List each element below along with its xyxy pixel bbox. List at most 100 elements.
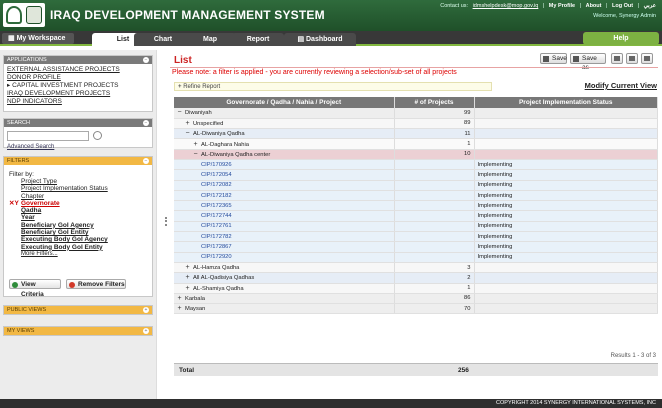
advanced-search-link[interactable]: Advanced Search xyxy=(4,143,152,153)
group-row[interactable]: + AL-Shamiya Qadha 1 xyxy=(174,283,658,294)
arabic-language-link[interactable]: عربي xyxy=(644,3,656,9)
column-header-location[interactable]: Governorate / Qadha / Nahia / Project xyxy=(174,97,395,108)
group-row[interactable]: − Diwaniyah 99 xyxy=(174,108,658,119)
filter-year[interactable]: Year xyxy=(21,214,152,221)
column-header-count[interactable]: # of Projects xyxy=(394,97,475,108)
filter-chapter[interactable]: Chapter xyxy=(21,193,152,200)
row-name-cell[interactable]: CIP/172054 xyxy=(174,169,395,181)
my-views-header[interactable]: MY VIEWS + xyxy=(4,327,152,335)
public-views-header[interactable]: PUBLIC VIEWS + xyxy=(4,306,152,314)
filter-beneficiary-entity[interactable]: Beneficiary GoI Entity xyxy=(21,229,152,236)
filter-implementation-status[interactable]: Project Implementation Status xyxy=(21,185,152,192)
expand-icon[interactable]: + xyxy=(185,264,190,271)
filter-project-type[interactable]: Project Type xyxy=(21,178,152,185)
group-row[interactable]: + AL-Daghara Nahia 1 xyxy=(174,138,658,150)
app-iraq-development[interactable]: IRAQ DEVELOPMENT PROJECTS xyxy=(7,90,149,98)
collapse-icon[interactable]: − xyxy=(143,57,149,63)
group-row[interactable]: − AL-Diwaniya Qadha center 10 xyxy=(174,149,658,160)
sidebar-splitter[interactable] xyxy=(156,50,169,400)
save-button[interactable]: Save xyxy=(540,53,567,64)
print-button[interactable] xyxy=(626,53,638,64)
app-external-assistance[interactable]: EXTERNAL ASSISTANCE PROJECTS xyxy=(7,66,149,74)
search-icon[interactable] xyxy=(93,131,102,140)
collapse-icon[interactable]: − xyxy=(177,109,182,116)
expand-icon[interactable]: + xyxy=(193,141,198,148)
expand-icon[interactable]: + xyxy=(177,295,182,302)
expand-icon[interactable]: + xyxy=(185,274,190,281)
row-label: CIP/172082 xyxy=(201,182,232,189)
row-name-cell[interactable]: CIP/172365 xyxy=(174,200,395,212)
app-ndp-indicators[interactable]: NDP INDICATORS xyxy=(7,98,149,106)
group-row[interactable]: + AL-Hamza Qadha 3 xyxy=(174,262,658,274)
refine-report-bar[interactable]: + Refine Report xyxy=(174,82,492,91)
row-name-cell[interactable]: CIP/172182 xyxy=(174,190,395,202)
expand-icon[interactable]: + xyxy=(143,307,149,313)
group-row[interactable]: − AL-Diwaniya Qadha 11 xyxy=(174,128,658,140)
row-count-cell xyxy=(394,241,475,253)
group-row[interactable]: + All AL-Qadisiya Qadhas 2 xyxy=(174,272,658,284)
row-name-cell[interactable]: CIP/172782 xyxy=(174,231,395,243)
collapse-icon[interactable]: − xyxy=(193,151,198,158)
remove-filters-button[interactable]: Remove Filters xyxy=(66,279,126,289)
project-row[interactable]: CIP/172182 Implementing xyxy=(174,190,658,202)
row-name-cell[interactable]: CIP/172920 xyxy=(174,252,395,263)
collapse-icon[interactable]: − xyxy=(185,130,190,137)
group-row[interactable]: + Karbala 86 xyxy=(174,293,658,305)
row-name-cell[interactable]: CIP/172744 xyxy=(174,210,395,222)
applications-header[interactable]: APPLICATIONS − xyxy=(4,56,152,64)
project-row[interactable]: CIP/172744 Implementing xyxy=(174,210,658,222)
project-row[interactable]: CIP/170926 Implementing xyxy=(174,159,658,171)
filters-header[interactable]: FILTERS − xyxy=(4,157,152,165)
more-filters-link[interactable]: More Filters... xyxy=(21,251,152,258)
app-capital-investment[interactable]: ▸ CAPITAL INVESTMENT PROJECTS xyxy=(7,82,149,90)
tab-dashboard[interactable]: ▤ Dashboard xyxy=(284,33,356,46)
row-name-cell[interactable]: CIP/172082 xyxy=(174,180,395,191)
project-row[interactable]: CIP/172920 Implementing xyxy=(174,252,658,263)
help-button[interactable]: Help xyxy=(583,32,659,45)
about-link[interactable]: About xyxy=(586,3,602,9)
row-name-cell[interactable]: CIP/172867 xyxy=(174,241,395,253)
search-header[interactable]: SEARCH − xyxy=(4,119,152,127)
filter-executing-agency[interactable]: Executing Body GoI Agency xyxy=(21,236,152,243)
row-name-cell[interactable]: CIP/170926 xyxy=(174,159,395,171)
modify-current-view-link[interactable]: Modify Current View xyxy=(585,81,657,90)
log-out-link[interactable]: Log Out xyxy=(612,3,633,9)
project-row[interactable]: CIP/172761 Implementing xyxy=(174,221,658,233)
group-row[interactable]: + Maysan 70 xyxy=(174,303,658,315)
collapse-icon[interactable]: − xyxy=(143,158,149,164)
save-as-button[interactable]: Save as xyxy=(570,53,606,71)
project-row[interactable]: CIP/172782 Implementing xyxy=(174,231,658,243)
drag-handle-icon[interactable] xyxy=(165,217,167,226)
project-row[interactable]: CIP/172365 Implementing xyxy=(174,200,658,212)
expand-icon[interactable]: + xyxy=(143,328,149,334)
project-row[interactable]: CIP/172867 Implementing xyxy=(174,241,658,253)
app-donor-profile[interactable]: DONOR PROFILE xyxy=(7,74,149,82)
project-row[interactable]: CIP/172082 Implementing xyxy=(174,180,658,191)
email-button[interactable] xyxy=(641,53,653,64)
contact-email-link[interactable]: idmshelpdesk@mop.gov.iq xyxy=(473,3,539,9)
column-header-status[interactable]: Project Implementation Status xyxy=(474,97,658,108)
group-row[interactable]: + Unspecified 89 xyxy=(174,118,658,130)
export-button[interactable] xyxy=(611,53,623,64)
filter-qadha[interactable]: Qadha xyxy=(21,207,152,214)
row-name-cell[interactable]: CIP/172761 xyxy=(174,221,395,233)
my-workspace-button[interactable]: ▦ My Workspace xyxy=(2,33,74,44)
project-row[interactable]: CIP/172054 Implementing xyxy=(174,169,658,181)
remove-filter-icon[interactable]: ✕Y xyxy=(9,200,19,207)
row-count-cell: 70 xyxy=(394,303,475,315)
collapse-icon[interactable]: − xyxy=(143,120,149,126)
expand-icon[interactable]: + xyxy=(177,305,182,312)
tab-report[interactable]: Report xyxy=(232,33,284,46)
row-count-cell xyxy=(394,252,475,263)
filter-executing-entity[interactable]: Executing Body GoI Entity xyxy=(21,244,152,251)
tab-map[interactable]: Map xyxy=(184,33,236,46)
my-profile-link[interactable]: My Profile xyxy=(549,3,575,9)
expand-icon[interactable]: + xyxy=(185,285,190,292)
view-criteria-button[interactable]: View Criteria xyxy=(9,279,61,298)
filter-governorate[interactable]: ✕Y Governorate xyxy=(9,200,152,207)
row-count-cell: 2 xyxy=(394,272,475,284)
expand-icon[interactable]: + xyxy=(185,120,190,127)
filter-beneficiary-agency[interactable]: Beneficiary GoI Agency xyxy=(21,222,152,229)
search-input[interactable] xyxy=(7,131,89,141)
main-nav: ▦ My Workspace List Chart Map Report ▤ D… xyxy=(0,31,662,46)
